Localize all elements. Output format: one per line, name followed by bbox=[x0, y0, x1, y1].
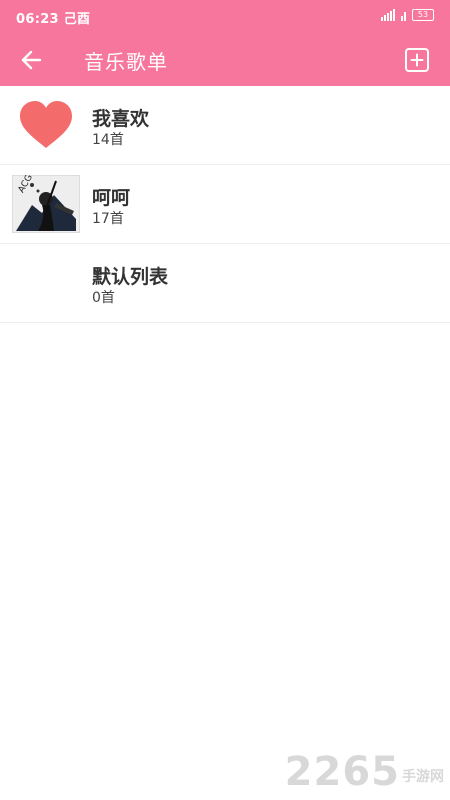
app-bar: 音乐歌单 bbox=[0, 34, 450, 86]
playlist-name: 默认列表 bbox=[92, 266, 169, 288]
status-icons: 53 bbox=[381, 9, 434, 21]
back-button[interactable] bbox=[16, 46, 46, 74]
signal-icon bbox=[381, 9, 395, 21]
playlist-thumbnail: ACG bbox=[11, 173, 81, 234]
add-square-icon bbox=[405, 48, 429, 72]
playlist-count: 0首 bbox=[92, 290, 115, 306]
playlist-name: 我喜欢 bbox=[92, 108, 150, 130]
playlist-count: 17首 bbox=[92, 211, 124, 227]
playlist-thumbnail bbox=[12, 96, 80, 154]
watermark-sub: 手游网 bbox=[402, 769, 444, 785]
playlist-count: 14首 bbox=[92, 132, 124, 148]
status-bar: 06:23 己酉 53 bbox=[0, 0, 450, 34]
signal-2-icon bbox=[401, 9, 406, 21]
playlist-list: 我喜欢 14首 ACG 呵呵 17首 默认列表 0首 bbox=[0, 86, 450, 323]
add-playlist-button[interactable] bbox=[404, 47, 430, 73]
status-time: 06:23 己酉 bbox=[16, 12, 91, 27]
arrow-left-icon bbox=[21, 50, 42, 70]
playlist-item-hehe[interactable]: ACG 呵呵 17首 bbox=[0, 165, 450, 244]
heart-icon bbox=[20, 101, 72, 148]
watermark-logo: 2265 手游网 bbox=[285, 752, 444, 792]
battery-level: 53 bbox=[417, 10, 429, 19]
page-title: 音乐歌单 bbox=[84, 50, 168, 74]
playlist-item-favorites[interactable]: 我喜欢 14首 bbox=[0, 86, 450, 165]
watermark-main: 2265 bbox=[284, 749, 400, 795]
album-cover-image: ACG bbox=[11, 173, 81, 234]
battery-icon: 53 bbox=[412, 9, 434, 21]
playlist-item-default[interactable]: 默认列表 0首 bbox=[0, 244, 450, 323]
playlist-name: 呵呵 bbox=[92, 187, 131, 209]
